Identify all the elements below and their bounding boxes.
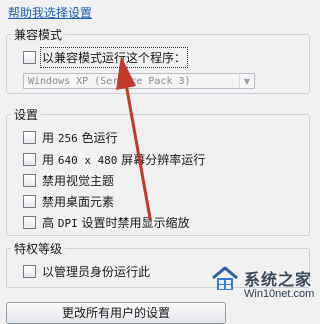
compatibility-mode-group: 兼容模式 以兼容模式运行这个程序： Windows XP (Service Pa… <box>6 26 310 94</box>
disable-desktop-composition-label: 禁用桌面元素 <box>42 194 115 209</box>
option-number: 256 <box>57 131 78 145</box>
disable-dpi-scaling-checkbox[interactable] <box>23 215 36 229</box>
watermark: 系统之家 Win10net.com <box>210 262 314 312</box>
os-version-value: Windows XP (Service Pack 3) <box>28 75 191 87</box>
compatibility-mode-checkbox[interactable] <box>23 50 36 64</box>
disable-visual-themes-option[interactable]: 禁用视觉主题 <box>23 172 114 188</box>
option-suffix: 屏幕分辨率运行 <box>117 152 206 167</box>
disable-desktop-composition-checkbox[interactable] <box>23 194 36 208</box>
option-prefix: 用 <box>42 130 58 145</box>
disable-desktop-composition-option[interactable]: 禁用桌面元素 <box>23 193 114 209</box>
help-me-choose-settings-link[interactable]: 帮助我选择设置 <box>8 4 92 21</box>
disable-visual-themes-checkbox[interactable] <box>23 173 36 187</box>
compatibility-mode-title: 兼容模式 <box>11 26 66 43</box>
run-in-256-colors-label: 用 256 色运行 <box>42 129 118 146</box>
option-prefix: 高 <box>42 215 58 230</box>
privilege-level-title: 特权等级 <box>11 240 66 257</box>
change-settings-for-all-users-button[interactable]: 更改所有用户的设置 <box>6 302 226 324</box>
compatibility-mode-label: 以兼容模式运行这个程序： <box>39 46 189 68</box>
run-in-compatibility-mode-option[interactable]: 以兼容模式运行这个程序： <box>23 46 189 68</box>
disable-dpi-scaling-label: 高 DPI 设置时禁用显示缩放 <box>42 214 190 231</box>
house-logo-icon <box>212 266 238 290</box>
run-as-administrator-label: 以管理员身份运行此 <box>42 264 151 279</box>
settings-group: 设置 用 256 色运行 用 640 x 480 屏幕分辨率运行 禁用视觉主题 … <box>6 106 310 236</box>
run-as-administrator-option[interactable]: 以管理员身份运行此 <box>23 263 150 279</box>
run-in-256-colors-checkbox[interactable] <box>23 130 36 144</box>
settings-title: 设置 <box>11 106 42 123</box>
disable-dpi-scaling-option[interactable]: 高 DPI 设置时禁用显示缩放 <box>23 214 190 230</box>
run-in-640x480-option[interactable]: 用 640 x 480 屏幕分辨率运行 <box>23 151 205 167</box>
os-version-select[interactable]: Windows XP (Service Pack 3) ▼ <box>23 73 255 89</box>
watermark-url: Win10net.com <box>244 288 315 300</box>
option-prefix: 用 <box>42 152 58 167</box>
run-in-640x480-label: 用 640 x 480 屏幕分辨率运行 <box>42 151 205 168</box>
watermark-title: 系统之家 <box>244 270 313 289</box>
run-as-administrator-checkbox[interactable] <box>23 264 36 278</box>
disable-visual-themes-label: 禁用视觉主题 <box>42 173 115 188</box>
option-suffix: 设置时禁用显示缩放 <box>77 215 190 230</box>
run-in-256-colors-option[interactable]: 用 256 色运行 <box>23 129 118 145</box>
option-number: 640 x 480 <box>57 153 118 167</box>
option-suffix: 色运行 <box>77 130 118 145</box>
option-number: DPI <box>57 216 78 230</box>
chevron-down-icon[interactable]: ▼ <box>239 74 254 88</box>
run-in-640x480-checkbox[interactable] <box>23 152 36 166</box>
